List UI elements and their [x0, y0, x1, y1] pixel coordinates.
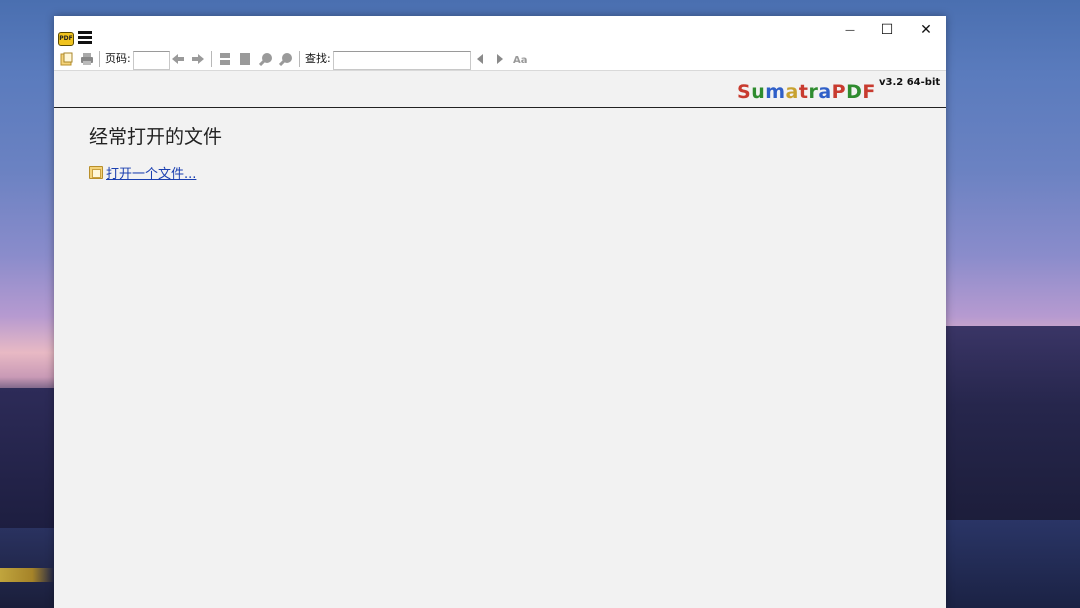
logo-letter: t: [798, 81, 809, 103]
find-input[interactable]: [333, 51, 471, 70]
logo-letter: S: [737, 81, 752, 103]
wallpaper-light-left: [0, 568, 54, 582]
print-button[interactable]: [80, 52, 94, 66]
wallpaper-hills-right: [946, 326, 1080, 526]
home-page: 经常打开的文件 打开一个文件...: [54, 108, 946, 608]
sumatra-app-icon[interactable]: PDF: [58, 32, 74, 46]
zoom-in-button[interactable]: [279, 52, 293, 66]
match-case-icon: Aa: [513, 55, 527, 65]
toolbar-separator: [99, 51, 100, 67]
page-continuous-icon: [220, 53, 230, 65]
title-bar: PDF — ☐ ✕: [54, 16, 946, 46]
page-label: 页码:: [105, 52, 131, 65]
close-window-button[interactable]: ✕: [906, 16, 946, 44]
open-file-link[interactable]: 打开一个文件...: [89, 163, 196, 182]
toolbar-separator: [211, 51, 212, 67]
open-file-button[interactable]: [60, 52, 74, 66]
wallpaper-lake-right: [946, 520, 1080, 608]
logo-letter: m: [765, 81, 786, 103]
wallpaper-hills-left: [0, 388, 54, 528]
zoom-out-button[interactable]: [259, 52, 273, 66]
maximize-button[interactable]: ☐: [867, 16, 907, 44]
minimize-icon: —: [845, 24, 855, 36]
print-icon: [81, 53, 93, 65]
triangle-right-icon: [497, 54, 503, 64]
branding-bar: SumatraPDF v3.2 64-bit: [54, 71, 946, 108]
continuous-layout-button[interactable]: [219, 52, 231, 66]
svg-text:Aa: Aa: [513, 55, 527, 65]
find-label: 查找:: [305, 52, 331, 65]
close-icon: ✕: [920, 22, 932, 38]
open-file-link-label: 打开一个文件...: [106, 167, 197, 182]
previous-page-button[interactable]: [171, 52, 185, 66]
logo-letter: a: [818, 81, 832, 103]
sumatra-logo: SumatraPDF: [737, 81, 876, 103]
logo-letter: F: [862, 81, 876, 103]
maximize-icon: ☐: [880, 22, 894, 38]
logo-letter: r: [808, 81, 819, 103]
find-previous-button[interactable]: [475, 52, 485, 66]
logo-letter: P: [831, 81, 847, 103]
open-file-icon: [60, 52, 73, 66]
arrow-right-icon: [192, 54, 204, 64]
match-case-button[interactable]: Aa: [513, 52, 527, 66]
zoom-out-icon: [259, 53, 272, 66]
version-label: v3.2 64-bit: [879, 77, 941, 88]
page-single-icon: [240, 53, 250, 65]
zoom-in-icon: [279, 53, 292, 66]
frequently-read-heading: 经常打开的文件: [89, 126, 223, 148]
logo-letter: a: [785, 81, 799, 103]
folder-icon: [89, 166, 103, 179]
page-number-input[interactable]: [133, 51, 170, 70]
next-page-button[interactable]: [191, 52, 205, 66]
toolbar: 页码: 查找: Aa: [54, 46, 946, 71]
hamburger-menu-icon[interactable]: [78, 31, 92, 45]
toolbar-separator: [299, 51, 300, 67]
minimize-button[interactable]: —: [830, 16, 870, 44]
triangle-left-icon: [477, 54, 483, 64]
sumatra-window: PDF — ☐ ✕ 页码: 查找: Aa SumatraPDF v3.2 64-…: [54, 16, 946, 608]
arrow-left-icon: [172, 54, 184, 64]
logo-letter: u: [751, 81, 766, 103]
logo-letter: D: [846, 81, 863, 103]
find-next-button[interactable]: [495, 52, 505, 66]
single-page-layout-button[interactable]: [239, 52, 251, 66]
